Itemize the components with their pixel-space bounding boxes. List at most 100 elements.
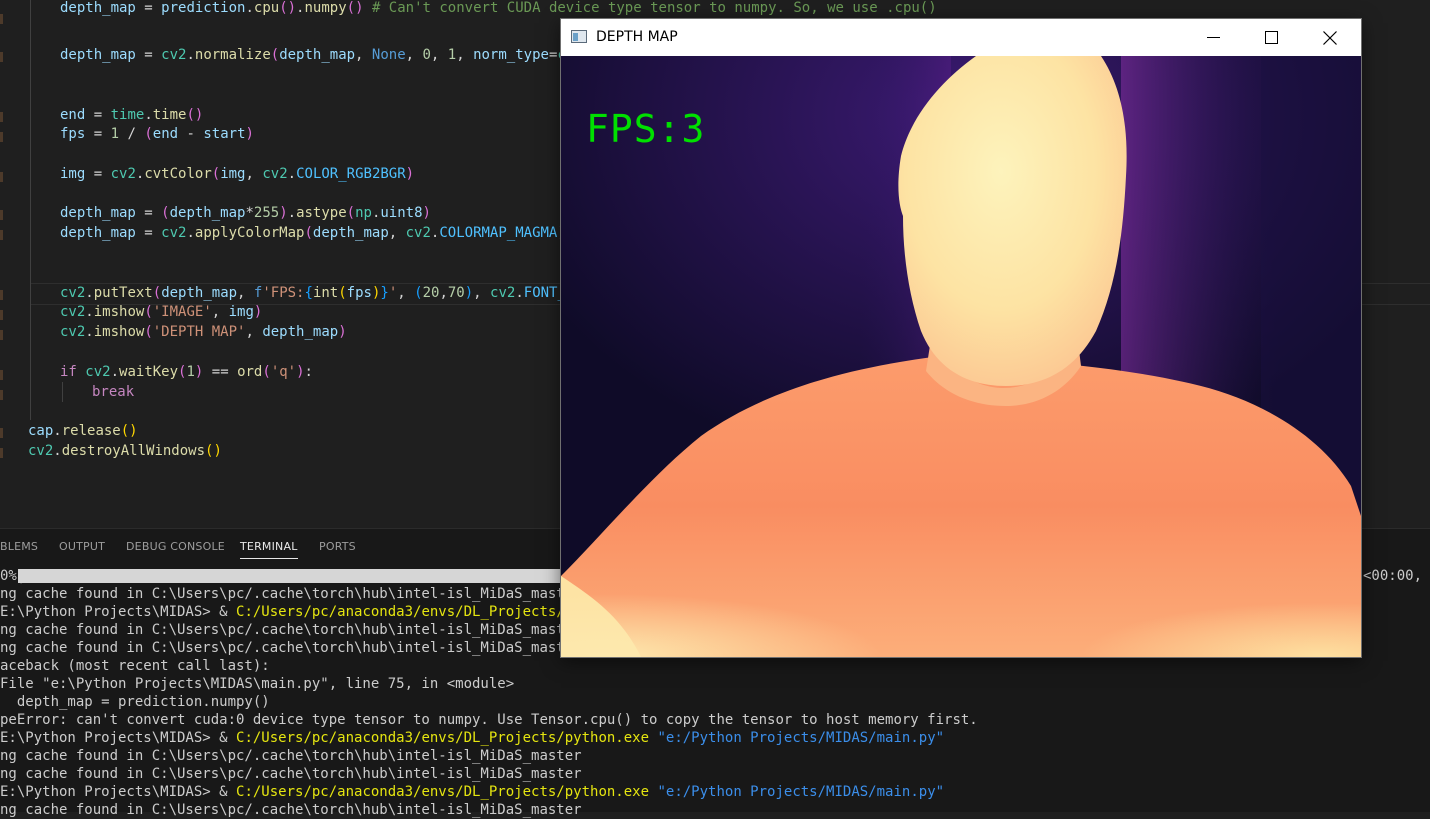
tab-ports[interactable]: PORTS	[319, 540, 356, 553]
code-token: 'IMAGE'	[152, 304, 212, 320]
code-token: .	[85, 285, 94, 301]
tab-terminal[interactable]: TERMINAL	[240, 540, 298, 559]
code-token: break	[92, 384, 135, 400]
code-token: putText	[93, 285, 153, 301]
code-token: 20	[422, 285, 440, 301]
tab-debug-console[interactable]: DEBUG CONSOLE	[126, 540, 225, 553]
code-line[interactable]: depth_map = (depth_map*255).astype(np.ui…	[60, 203, 431, 223]
code-token: )	[464, 285, 474, 301]
fps-overlay-text: FPS:3	[586, 107, 706, 151]
code-token: ,	[211, 304, 229, 320]
code-token: None	[371, 47, 406, 63]
terminal-text: C:/Users/pc/anaconda3/envs/DL_Projects/p…	[236, 730, 650, 746]
code-token: 1	[447, 47, 457, 63]
code-token: =	[85, 166, 111, 182]
code-token: )	[253, 304, 263, 320]
code-token: (	[211, 166, 221, 182]
code-token: astype	[296, 205, 347, 221]
code-token: cap	[28, 423, 54, 439]
code-line[interactable]: break	[92, 382, 134, 402]
code-token: {	[304, 285, 313, 301]
code-token: COLORMAP_MAGMA	[439, 225, 558, 241]
terminal-text: C:/Users/pc/anaconda3/envs/DL_Projects/p…	[236, 604, 591, 620]
code-token: (	[144, 324, 153, 340]
code-token: )	[405, 166, 415, 182]
code-line[interactable]: depth_map = prediction.cpu().numpy() # C…	[60, 0, 937, 18]
code-token: ()	[279, 0, 297, 16]
code-token: ,	[430, 47, 448, 63]
close-button[interactable]	[1301, 19, 1359, 56]
code-line[interactable]: cv2.imshow('DEPTH MAP', depth_map)	[60, 322, 347, 342]
code-token: .	[85, 324, 94, 340]
code-token: ()	[205, 443, 222, 459]
code-token: cv2	[85, 364, 111, 380]
code-token: cv2	[161, 47, 187, 63]
code-token: depth_map	[60, 0, 136, 16]
code-token: end	[152, 126, 179, 142]
code-token: numpy	[304, 0, 347, 16]
code-token: 255	[253, 205, 280, 221]
terminal-text: ng cache found in C:\Users\pc/.cache\tor…	[0, 748, 582, 764]
window-title: DEPTH MAP	[596, 29, 678, 45]
code-token: depth_map	[60, 47, 136, 63]
code-line[interactable]: if cv2.waitKey(1) == ord('q'):	[60, 362, 313, 382]
close-icon	[1323, 31, 1337, 45]
gutter-change-markers	[0, 0, 3, 528]
depth-map-image[interactable]: FPS:3	[561, 56, 1361, 657]
code-line[interactable]: depth_map = cv2.applyColorMap(depth_map,…	[60, 223, 566, 243]
code-token: =	[135, 47, 162, 63]
maximize-button[interactable]	[1243, 19, 1301, 56]
code-line[interactable]: depth_map = cv2.normalize(depth_map, Non…	[60, 45, 583, 65]
code-token: fps	[60, 126, 86, 142]
code-line[interactable]: cap.release()	[28, 421, 138, 441]
code-token: # Can't convert CUDA device type tensor …	[371, 0, 937, 16]
terminal-text: ng cache found in C:\Users\pc/.cache\tor…	[0, 802, 582, 818]
code-token: cv2	[161, 225, 187, 241]
code-token: 1	[186, 364, 195, 380]
code-line[interactable]: img = cv2.cvtColor(img, cv2.COLOR_RGB2BG…	[60, 164, 414, 184]
code-token: waitKey	[119, 364, 179, 380]
code-token: fps	[346, 285, 372, 301]
code-line[interactable]: cv2.destroyAllWindows()	[28, 441, 222, 461]
terminal-text: C:/Users/pc/anaconda3/envs/DL_Projects/p…	[236, 784, 650, 800]
code-line[interactable]: end = time.time()	[60, 105, 203, 125]
code-token: (	[414, 285, 423, 301]
code-token: cv2	[262, 166, 288, 182]
terminal-line: ng cache found in C:\Users\pc/.cache\tor…	[0, 765, 582, 783]
code-token: prediction	[161, 0, 246, 16]
code-token: .	[53, 443, 62, 459]
code-token: depth_map	[60, 225, 136, 241]
code-token: *	[245, 205, 254, 221]
code-token: ,	[355, 47, 372, 63]
code-token: .	[144, 107, 153, 123]
indent-guide	[62, 382, 63, 402]
code-token: cv2	[60, 324, 86, 340]
terminal-text: ng cache found in C:\Users\pc/.cache\tor…	[0, 766, 582, 782]
code-token: depth_map	[262, 324, 339, 340]
terminal-line: ng cache found in C:\Users\pc/.cache\tor…	[0, 801, 582, 819]
minimize-button[interactable]	[1185, 19, 1243, 56]
code-token: .	[245, 0, 254, 16]
depth-map-window[interactable]: DEPTH MAP FPS:3	[561, 19, 1361, 657]
code-token: -	[178, 126, 204, 142]
window-titlebar[interactable]: DEPTH MAP	[561, 19, 1361, 56]
terminal-line: ng cache found in C:\Users\pc/.cache\tor…	[0, 747, 582, 765]
code-line[interactable]: cv2.imshow('IMAGE', img)	[60, 302, 262, 322]
tab-output[interactable]: OUTPUT	[59, 540, 105, 553]
indent-guide	[30, 0, 31, 420]
code-token: ()	[120, 423, 138, 439]
code-token: release	[61, 423, 121, 439]
code-token: .	[85, 304, 94, 320]
code-line[interactable]: cv2.putText(depth_map, f'FPS:{int(fps)}'…	[60, 283, 591, 303]
code-line[interactable]: fps = 1 / (end - start)	[60, 124, 254, 144]
code-token: ,	[456, 47, 474, 63]
code-token: (	[262, 364, 271, 380]
code-token: cv2	[110, 166, 136, 182]
terminal-text: ng cache found in C:\Users\pc/.cache\tor…	[0, 640, 582, 656]
code-token: /	[119, 126, 145, 142]
tab-problems[interactable]: BLEMS	[0, 540, 38, 553]
code-token: =	[135, 205, 162, 221]
code-token: ()	[186, 107, 204, 123]
code-token: =	[135, 225, 162, 241]
